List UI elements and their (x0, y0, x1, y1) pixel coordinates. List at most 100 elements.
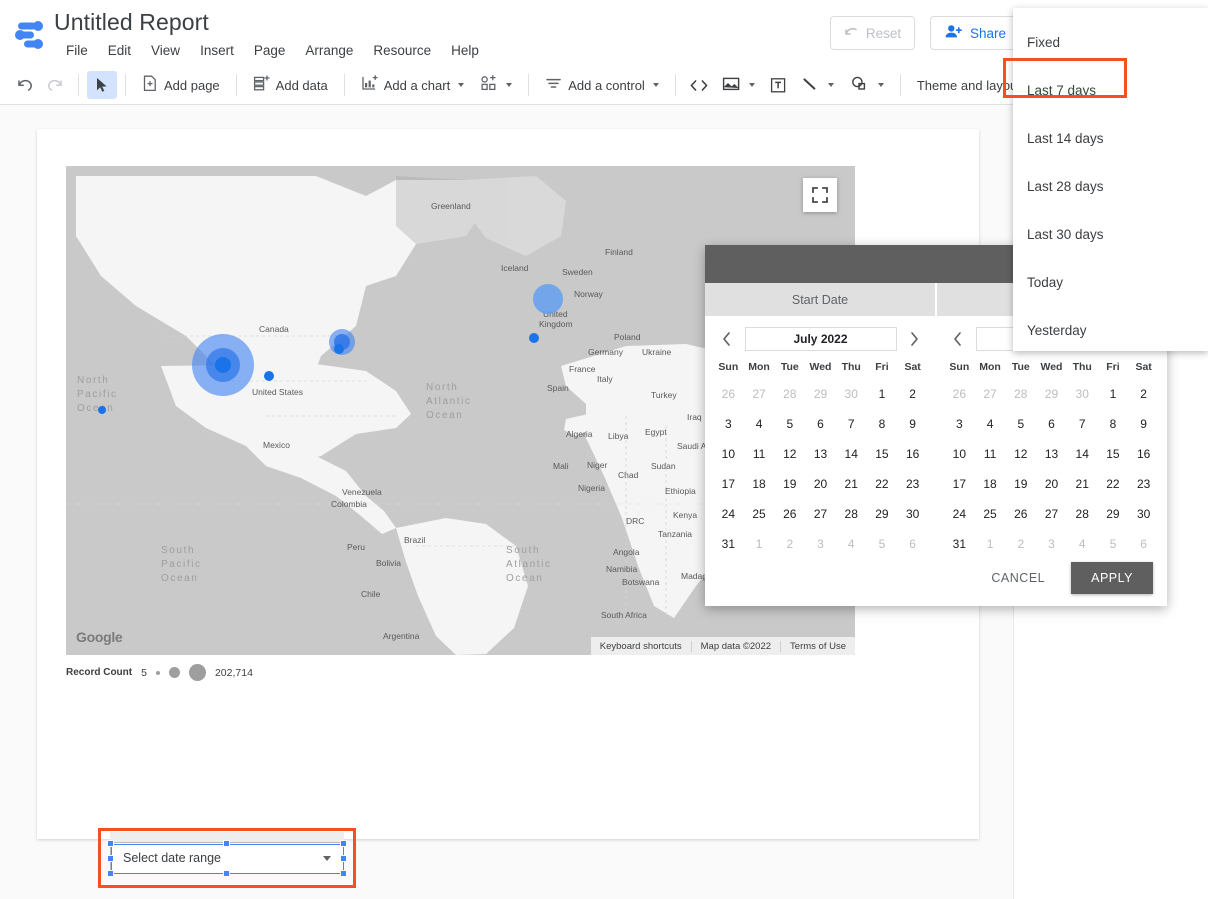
calendar-day[interactable]: 6 (1128, 529, 1159, 559)
calendar-day[interactable]: 1 (744, 529, 775, 559)
calendar-day[interactable]: 7 (836, 409, 867, 439)
calendar-day[interactable]: 6 (897, 529, 928, 559)
chevron-left-icon[interactable] (717, 329, 737, 349)
dropdown-item-last-14-days[interactable]: Last 14 days (1013, 114, 1208, 162)
map-bubble[interactable] (98, 406, 106, 414)
calendar-day[interactable]: 6 (1036, 409, 1067, 439)
keyboard-shortcuts-link[interactable]: Keyboard shortcuts (591, 641, 691, 652)
calendar-day[interactable]: 21 (836, 469, 867, 499)
calendar-day[interactable]: 11 (744, 439, 775, 469)
cursor-arrow-icon[interactable] (87, 71, 117, 99)
menu-item-help[interactable]: Help (441, 41, 489, 60)
calendar-day[interactable]: 4 (744, 409, 775, 439)
calendar-day[interactable]: 21 (1067, 469, 1098, 499)
calendar-day[interactable]: 1 (867, 379, 898, 409)
calendar-day[interactable]: 27 (1036, 499, 1067, 529)
insert-shape-button[interactable] (842, 71, 892, 99)
calendar-day[interactable]: 23 (897, 469, 928, 499)
calendar-day[interactable]: 15 (1098, 439, 1129, 469)
calendar-day[interactable]: 28 (836, 499, 867, 529)
calendar-day[interactable]: 28 (1005, 379, 1036, 409)
reset-button[interactable]: Reset (830, 16, 915, 50)
calendar-day[interactable]: 3 (944, 409, 975, 439)
report-title[interactable]: Untitled Report (54, 9, 209, 36)
calendar-day[interactable]: 25 (744, 499, 775, 529)
calendar-day[interactable]: 4 (1067, 529, 1098, 559)
calendar-day[interactable]: 31 (944, 529, 975, 559)
insert-image-button[interactable] (714, 71, 763, 99)
terms-of-use-link[interactable]: Terms of Use (780, 640, 855, 652)
calendar-day[interactable]: 8 (867, 409, 898, 439)
calendar-day[interactable]: 29 (1036, 379, 1067, 409)
calendar-day[interactable]: 30 (897, 499, 928, 529)
calendar-day[interactable]: 11 (975, 439, 1006, 469)
insert-line-button[interactable] (793, 71, 842, 99)
menu-item-arrange[interactable]: Arrange (295, 41, 363, 60)
calendar-day[interactable]: 3 (1036, 529, 1067, 559)
calendar-day[interactable]: 9 (897, 409, 928, 439)
calendar-day[interactable]: 8 (1098, 409, 1129, 439)
tab-start-date[interactable]: Start Date (705, 283, 935, 316)
date-range-type-dropdown[interactable]: Fixed Last 7 days Last 14 days Last 28 d… (1013, 8, 1208, 351)
menu-item-file[interactable]: File (56, 41, 98, 60)
calendar-day[interactable]: 30 (1067, 379, 1098, 409)
calendar-day[interactable]: 28 (1067, 499, 1098, 529)
calendar-day[interactable]: 26 (713, 379, 744, 409)
calendar-day[interactable]: 31 (713, 529, 744, 559)
calendar-day[interactable]: 4 (975, 409, 1006, 439)
dropdown-item-today[interactable]: Today (1013, 258, 1208, 306)
calendar-day[interactable]: 24 (944, 499, 975, 529)
dropdown-item-last-28-days[interactable]: Last 28 days (1013, 162, 1208, 210)
dropdown-item-last-30-days[interactable]: Last 30 days (1013, 210, 1208, 258)
community-visualization-button[interactable] (472, 71, 520, 99)
menu-item-page[interactable]: Page (244, 41, 296, 60)
calendar-day[interactable]: 24 (713, 499, 744, 529)
calendar-day[interactable]: 29 (1098, 499, 1129, 529)
calendar-day[interactable]: 28 (774, 379, 805, 409)
calendar-day[interactable]: 4 (836, 529, 867, 559)
calendar-day[interactable]: 2 (1005, 529, 1036, 559)
calendar-day[interactable]: 20 (1036, 469, 1067, 499)
calendar-day[interactable]: 15 (867, 439, 898, 469)
menu-item-edit[interactable]: Edit (98, 41, 141, 60)
add-chart-button[interactable]: Add a chart (353, 71, 473, 99)
redo-icon[interactable] (40, 71, 70, 99)
calendar-day[interactable]: 26 (944, 379, 975, 409)
calendar-day[interactable]: 10 (713, 439, 744, 469)
dropdown-item-yesterday[interactable]: Yesterday (1013, 306, 1208, 354)
embed-code-icon[interactable] (684, 71, 714, 99)
calendar-day[interactable]: 16 (1128, 439, 1159, 469)
calendar-day[interactable]: 23 (1128, 469, 1159, 499)
map-bubble[interactable] (264, 371, 274, 381)
calendar-day[interactable]: 30 (1128, 499, 1159, 529)
calendar-day[interactable]: 13 (1036, 439, 1067, 469)
calendar-day[interactable]: 6 (805, 409, 836, 439)
calendar-day[interactable]: 18 (975, 469, 1006, 499)
chevron-left-icon[interactable] (948, 329, 968, 349)
map-bubble[interactable] (334, 344, 344, 354)
calendar-day[interactable]: 22 (1098, 469, 1129, 499)
map-bubble[interactable] (533, 284, 563, 314)
chevron-right-icon[interactable] (905, 329, 925, 349)
calendar-day[interactable]: 12 (774, 439, 805, 469)
menu-item-resource[interactable]: Resource (363, 41, 441, 60)
calendar-day[interactable]: 5 (774, 409, 805, 439)
calendar-day[interactable]: 1 (975, 529, 1006, 559)
dropdown-item-fixed[interactable]: Fixed (1013, 18, 1208, 66)
calendar-day[interactable]: 12 (1005, 439, 1036, 469)
add-control-button[interactable]: Add a control (537, 71, 667, 99)
calendar-day[interactable]: 27 (975, 379, 1006, 409)
calendar-day[interactable]: 2 (774, 529, 805, 559)
calendar-day[interactable]: 30 (836, 379, 867, 409)
calendar-day[interactable]: 29 (805, 379, 836, 409)
calendar-day[interactable]: 9 (1128, 409, 1159, 439)
calendar-day[interactable]: 27 (744, 379, 775, 409)
calendar-day[interactable]: 17 (713, 469, 744, 499)
add-page-button[interactable]: Add page (134, 71, 228, 99)
calendar-day[interactable]: 5 (1098, 529, 1129, 559)
calendar-day[interactable]: 27 (805, 499, 836, 529)
calendar-day[interactable]: 13 (805, 439, 836, 469)
calendar-day[interactable]: 26 (1005, 499, 1036, 529)
calendar-day[interactable]: 22 (867, 469, 898, 499)
undo-icon[interactable] (10, 71, 40, 99)
